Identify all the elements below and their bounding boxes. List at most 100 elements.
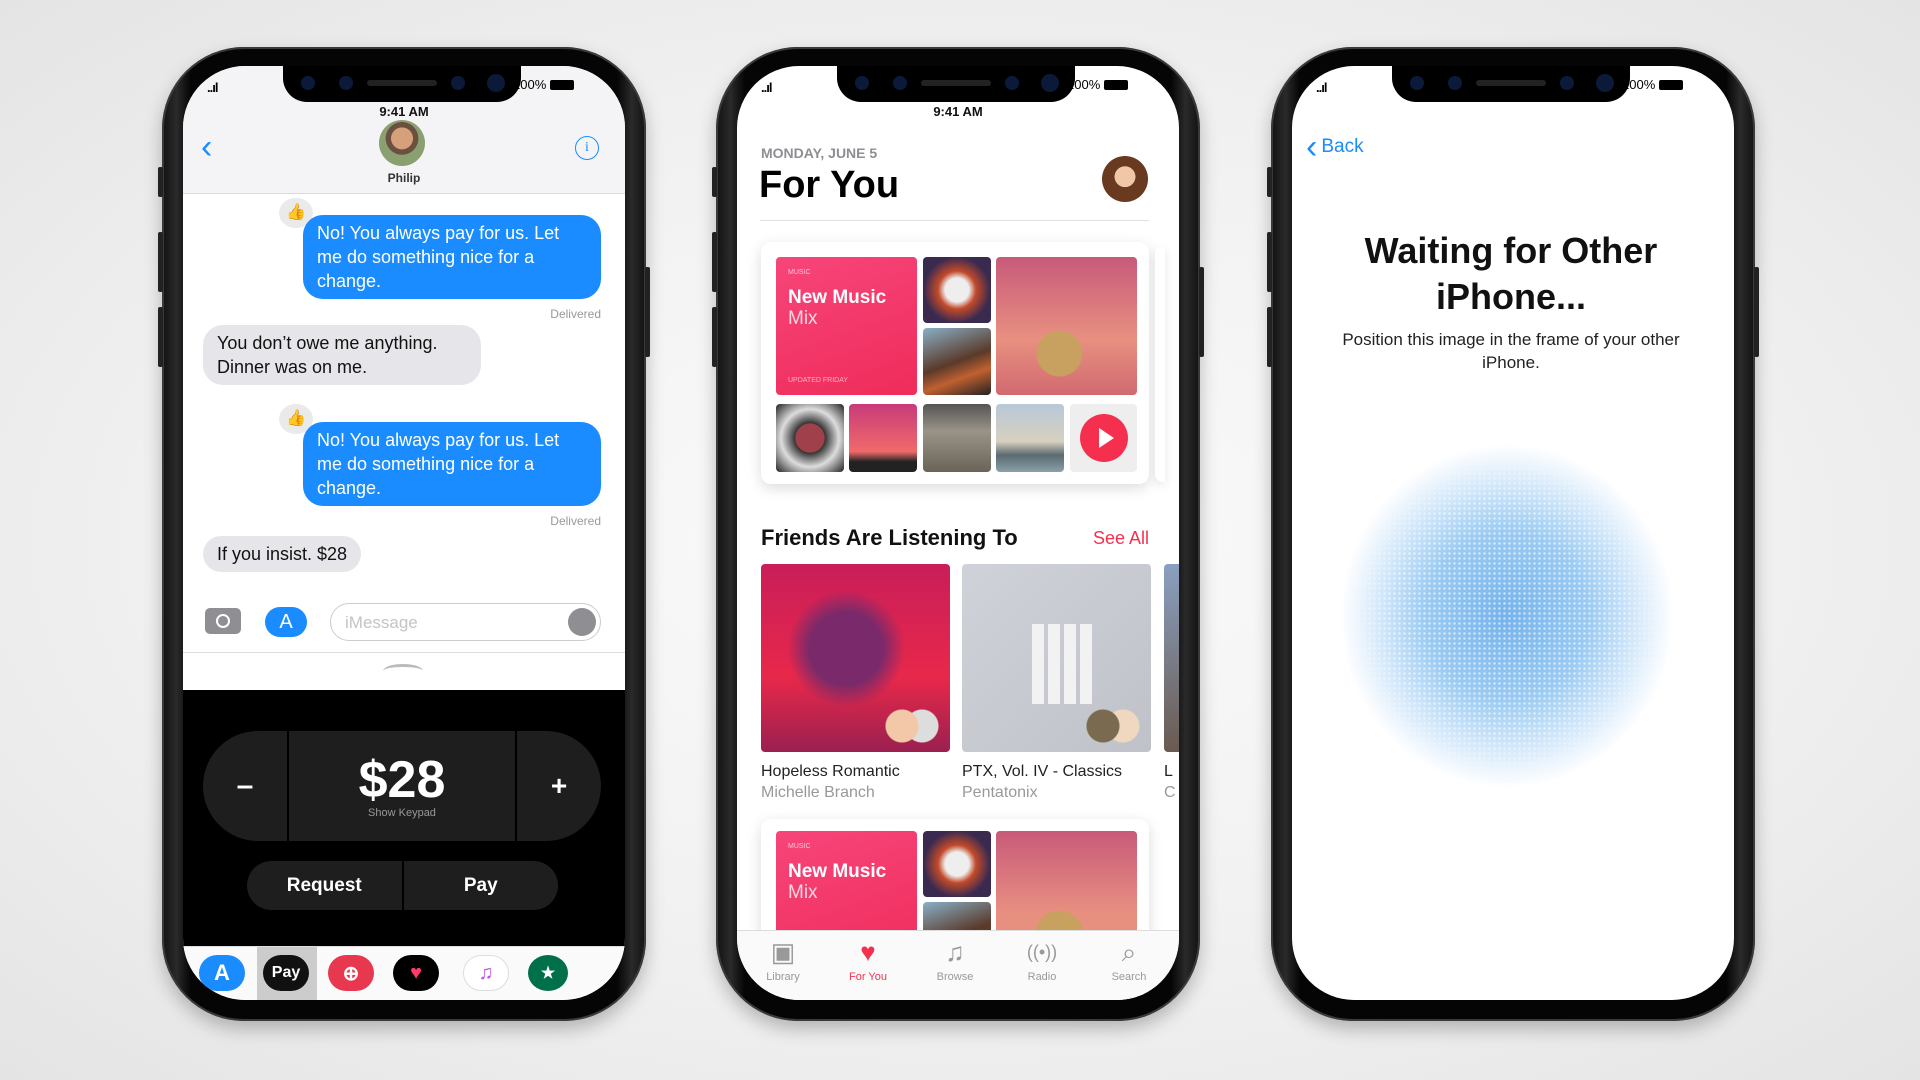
album-title[interactable]: L xyxy=(1164,763,1173,781)
message-bubble-received[interactable]: You don’t owe me anything. Dinner was on… xyxy=(203,325,481,385)
app-store-icon[interactable]: A xyxy=(265,607,307,637)
request-button[interactable]: Request xyxy=(247,861,404,910)
back-label: Back xyxy=(1321,136,1364,157)
increase-button[interactable]: + xyxy=(517,731,601,841)
album-art[interactable] xyxy=(923,404,991,472)
show-keypad-link[interactable]: Show Keypad xyxy=(368,807,436,819)
piano-keys-art xyxy=(1032,624,1092,704)
app-store-icon[interactable]: A xyxy=(199,955,245,991)
divider xyxy=(760,220,1149,221)
phone-music: ..ıl 100% 9:41 AM MONDAY, JUNE 5 For You… xyxy=(712,47,1204,1021)
next-card-peek[interactable] xyxy=(1155,246,1165,482)
album-art[interactable] xyxy=(996,404,1064,472)
battery-percent: 100% xyxy=(1622,77,1656,92)
back-button[interactable]: ‹ Back xyxy=(1306,130,1364,164)
camera-icon[interactable] xyxy=(205,608,241,634)
search-icon: ⌕ xyxy=(1121,937,1137,967)
tab-search[interactable]: ⌕ Search xyxy=(1089,937,1169,983)
signal-icon: ..ıl xyxy=(207,80,218,95)
search-images-icon[interactable]: ⊕ xyxy=(328,955,374,991)
album-art[interactable] xyxy=(923,831,991,897)
notch xyxy=(1392,66,1630,102)
album-cover[interactable] xyxy=(962,564,1151,752)
music-screen: ..ıl 100% 9:41 AM MONDAY, JUNE 5 For You… xyxy=(737,66,1179,1000)
pairing-particle-texture xyxy=(1342,446,1672,786)
tab-bar: ▣ Library ♥ For You ♫ Browse ((•)) Radio ⌕ Se… xyxy=(737,930,1179,1000)
status-time: 9:41 AM xyxy=(379,104,429,119)
battery-icon xyxy=(1659,79,1684,90)
album-cover[interactable] xyxy=(761,564,950,752)
tab-label: For You xyxy=(849,971,887,983)
battery-indicator: 100% xyxy=(1622,77,1684,92)
album-title[interactable]: PTX, Vol. IV - Classics xyxy=(962,763,1122,781)
apple-pay-icon[interactable]: Pay xyxy=(263,955,309,991)
tab-label: Radio xyxy=(1027,971,1057,983)
album-artist[interactable]: Michelle Branch xyxy=(761,784,875,802)
signal-icon: ..ıl xyxy=(1316,80,1327,95)
mix-title: New Music xyxy=(788,287,887,308)
back-chevron-icon[interactable]: ‹ xyxy=(201,130,212,164)
friend-avatars xyxy=(884,708,940,744)
battery-percent: 100% xyxy=(1067,77,1101,92)
message-bubble-received[interactable]: If you insist. $28 xyxy=(203,536,362,572)
tab-library[interactable]: ▣ Library xyxy=(743,937,823,983)
see-all-link[interactable]: See All xyxy=(1093,528,1149,549)
mix-title: New Music xyxy=(788,861,887,882)
phone-messages: ..ıl 100% 9:41 AM ‹ Philip i 👍 No! You a… xyxy=(158,47,650,1021)
tab-radio[interactable]: ((•)) Radio xyxy=(1002,937,1082,983)
delivered-status: Delivered xyxy=(550,514,601,528)
signal-icon: ..ıl xyxy=(761,80,772,95)
expand-chevron-icon[interactable] xyxy=(383,664,423,678)
play-tile xyxy=(1070,404,1137,472)
music-icon[interactable]: ♫ xyxy=(463,955,509,991)
album-art[interactable] xyxy=(996,257,1137,395)
messages-screen: ..ıl 100% 9:41 AM ‹ Philip i 👍 No! You a… xyxy=(183,66,625,1000)
album-title[interactable]: Hopeless Romantic xyxy=(761,763,900,781)
back-chevron-icon: ‹ xyxy=(1306,128,1318,166)
battery-percent: 100% xyxy=(513,77,547,92)
tab-browse[interactable]: ♫ Browse xyxy=(915,937,995,983)
starbucks-icon[interactable]: ★ xyxy=(528,955,568,991)
friends-heading: Friends Are Listening To xyxy=(761,525,1018,550)
imessage-input[interactable]: iMessage xyxy=(330,603,601,641)
contact-avatar[interactable] xyxy=(379,120,425,166)
notch xyxy=(283,66,521,102)
radio-icon: ((•)) xyxy=(1026,942,1058,962)
library-icon: ▣ xyxy=(770,937,796,967)
status-time: 9:41 AM xyxy=(933,104,983,119)
info-icon[interactable]: i xyxy=(575,136,599,160)
profile-avatar[interactable] xyxy=(1102,156,1148,202)
tab-label: Browse xyxy=(936,971,974,983)
amount-display[interactable]: $28 Show Keypad xyxy=(289,731,517,841)
album-art[interactable] xyxy=(923,257,991,323)
album-art[interactable] xyxy=(776,404,844,472)
album-artist[interactable]: Pentatonix xyxy=(962,784,1038,802)
tab-for-you[interactable]: ♥ For You xyxy=(828,937,908,983)
microphone-icon[interactable] xyxy=(568,608,596,636)
date-label: MONDAY, JUNE 5 xyxy=(761,145,878,161)
mix-cover[interactable]: MUSIC New Music Mix UPDATED FRIDAY xyxy=(776,257,917,395)
battery-indicator: 100% xyxy=(513,77,575,92)
battery-indicator: 100% xyxy=(1067,77,1129,92)
play-button[interactable] xyxy=(1080,414,1128,462)
battery-icon xyxy=(550,79,575,90)
album-cover[interactable] xyxy=(1164,564,1179,752)
decrease-button[interactable]: – xyxy=(203,731,289,841)
page-title: For You xyxy=(759,164,900,206)
contact-name[interactable]: Philip xyxy=(183,171,625,185)
pay-button[interactable]: Pay xyxy=(404,861,559,910)
battery-icon xyxy=(1104,79,1129,90)
message-bubble-sent[interactable]: No! You always pay for us. Let me do som… xyxy=(303,422,601,506)
tab-label: Search xyxy=(1111,971,1147,983)
mix-subtitle: Mix xyxy=(788,882,818,903)
digital-touch-icon[interactable]: ♥ xyxy=(393,955,439,991)
imessage-placeholder: iMessage xyxy=(345,613,418,632)
friend-avatars xyxy=(1085,708,1141,744)
pairing-title: Waiting for Other iPhone... xyxy=(1364,230,1658,317)
message-bubble-sent[interactable]: No! You always pay for us. Let me do som… xyxy=(303,215,601,299)
album-art[interactable] xyxy=(923,328,991,395)
album-artist[interactable]: C xyxy=(1164,784,1176,802)
apple-pay-panel: – $28 Show Keypad + Request Pay xyxy=(183,690,625,946)
album-art[interactable] xyxy=(849,404,917,472)
notch xyxy=(837,66,1075,102)
